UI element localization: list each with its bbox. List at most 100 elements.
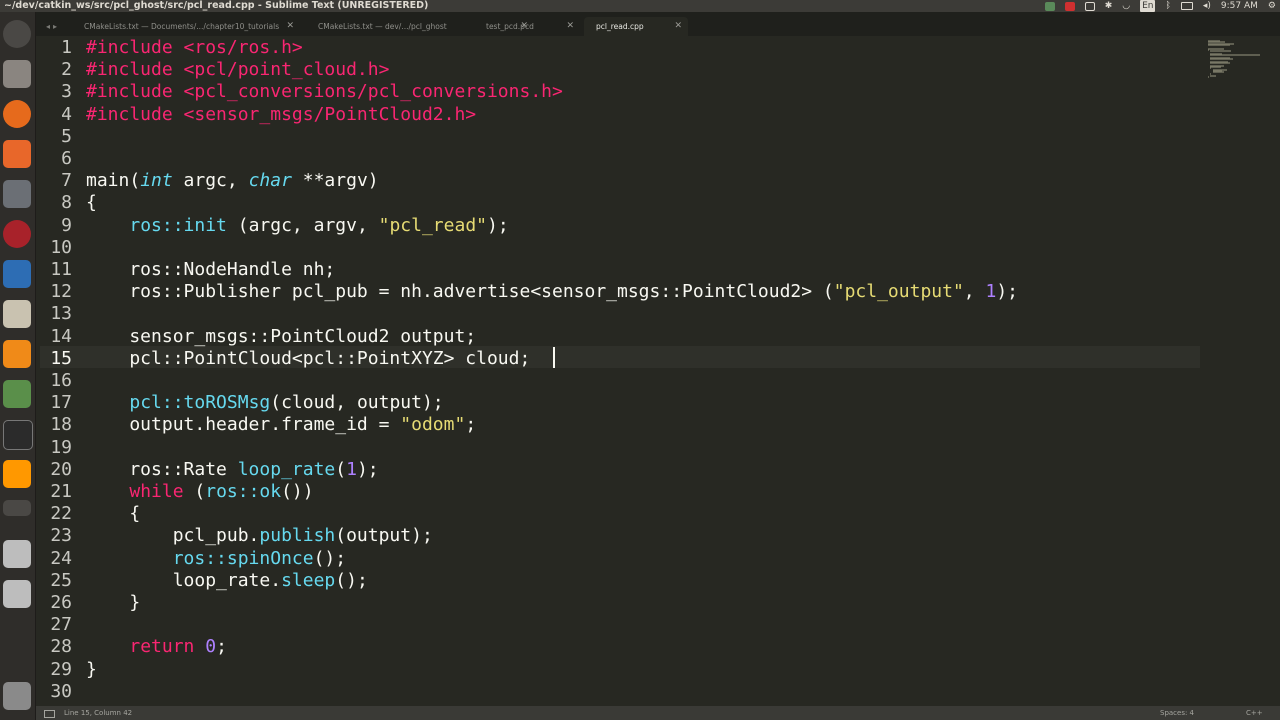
code-line[interactable]: pcl::PointCloud<pcl::PointXYZ> cloud; (86, 348, 530, 369)
line-number: 8 (61, 192, 72, 214)
code-token: ); (487, 214, 509, 236)
disk-drive-icon[interactable] (3, 540, 31, 568)
screenshot-icon[interactable] (1084, 1, 1095, 11)
code-line[interactable]: loop_rate.sleep(); (86, 570, 368, 591)
tab-pcl-read[interactable]: pcl_read.cpp ✕ (584, 17, 688, 36)
code-line[interactable]: ros::spinOnce(); (86, 548, 346, 569)
recording-indicator-icon[interactable] (1064, 1, 1075, 11)
code-token: ; (465, 414, 477, 436)
code-token: publish (259, 525, 336, 547)
code-line[interactable]: #include <sensor_msgs/PointCloud2.h> (86, 104, 476, 125)
code-line[interactable]: ros::NodeHandle nh; (86, 259, 335, 280)
tab-close-icon[interactable]: ✕ (286, 17, 294, 36)
system-top-bar: ~/dev/catkin_ws/src/pcl_ghost/src/pcl_re… (0, 0, 1280, 12)
code-token: ros::init (129, 214, 227, 236)
wifi-icon[interactable]: ◡ (1122, 0, 1130, 12)
code-line[interactable]: } (86, 659, 97, 680)
firefox-icon[interactable] (3, 100, 31, 128)
code-line[interactable]: return 0; (86, 636, 227, 657)
code-line[interactable]: } (86, 592, 140, 613)
code-token: char (248, 170, 292, 192)
line-number: 29 (50, 658, 72, 680)
code-line[interactable]: ros::init (argc, argv, "pcl_read"); (86, 214, 509, 236)
code-line[interactable]: main(int argc, char **argv) (86, 170, 379, 191)
system-settings-icon[interactable] (3, 180, 31, 208)
settings-gear-icon[interactable]: ⚙ (1268, 0, 1276, 12)
line-number: 21 (50, 481, 72, 502)
code-token: ros::spinOnce (172, 547, 314, 569)
code-line[interactable]: ros::Rate loop_rate(1); (86, 458, 378, 480)
vlc-icon[interactable] (3, 340, 31, 368)
disk-drive-2-icon[interactable] (3, 580, 31, 608)
clock[interactable]: 9:57 AM (1221, 0, 1258, 12)
bluetooth-icon[interactable]: ᛒ (1165, 0, 1170, 12)
line-number: 22 (50, 503, 72, 525)
code-line[interactable]: output.header.frame_id = "odom"; (86, 414, 476, 435)
code-line[interactable]: #include <pcl_conversions/pcl_conversion… (86, 81, 563, 102)
sublime-text-icon[interactable] (3, 460, 31, 488)
code-line[interactable]: #include <ros/ros.h> (86, 37, 303, 58)
line-number: 6 (61, 148, 72, 169)
code-line[interactable]: pcl::toROSMsg(cloud, output); (86, 392, 443, 413)
code-line[interactable]: while (ros::ok()) (86, 481, 313, 502)
code-token: (output); (335, 525, 433, 547)
line-number: 11 (50, 259, 72, 280)
line-number: 27 (50, 614, 72, 636)
code-line[interactable]: sensor_msgs::PointCloud2 output; (86, 326, 476, 347)
app-red-icon[interactable] (3, 220, 31, 248)
minimap-line (1210, 67, 1211, 70)
panel-toggle-icon[interactable] (44, 710, 55, 718)
code-token: #include <pcl_conversions/pcl_conversion… (86, 81, 563, 103)
tab-close-icon[interactable]: ✕ (674, 17, 682, 36)
volume-icon[interactable]: ◂) (1203, 0, 1211, 12)
minimap-line (1210, 75, 1216, 78)
line-number: 1 (61, 37, 72, 58)
code-token: { (86, 192, 97, 214)
code-token: ; (216, 636, 227, 658)
code-line[interactable]: { (86, 503, 140, 524)
tab-test-pcd[interactable]: test_pcd.pcd ✕ (474, 17, 580, 36)
line-number-gutter: 1 2 3 4 5 6 7 8 9 10 11 12 13 14 15 16 17 18 19 20 21 22 23 24 2… (36, 36, 76, 706)
trash-icon[interactable] (3, 682, 31, 710)
code-line[interactable]: pcl_pub.publish(output); (86, 525, 433, 546)
line-number: 30 (50, 680, 72, 702)
code-line[interactable]: { (86, 192, 97, 213)
line-number: 3 (61, 81, 72, 103)
app-blue-icon[interactable] (3, 260, 31, 288)
software-updater-icon[interactable] (1044, 1, 1055, 11)
terminal-icon[interactable] (3, 420, 33, 450)
tab-label: CMakeLists.txt — dev/.../pcl_ghost (318, 22, 447, 31)
files-icon[interactable] (3, 60, 31, 88)
workspace-switcher-icon[interactable] (3, 500, 31, 516)
ebook-reader-icon[interactable] (3, 300, 31, 328)
tab-nav-arrows-icon[interactable]: ◂▸ (46, 17, 60, 36)
app-green-icon[interactable] (3, 380, 31, 408)
minimap[interactable] (1200, 36, 1280, 706)
code-token: ( (335, 458, 347, 480)
code-token: , (963, 281, 986, 303)
minimap-line (1208, 43, 1230, 46)
dropbox-icon[interactable]: ✱ (1105, 0, 1113, 12)
line-number: 14 (50, 325, 72, 347)
indentation-setting[interactable]: Spaces: 4 (1160, 706, 1194, 720)
tab-close-icon[interactable]: ✕ (566, 17, 574, 36)
text-cursor (553, 347, 555, 368)
code-line[interactable]: ros::Publisher pcl_pub = nh.advertise<se… (86, 281, 1018, 302)
software-center-icon[interactable] (3, 140, 31, 168)
line-number: 16 (50, 370, 72, 391)
line-number: 10 (50, 236, 72, 258)
code-token: "pcl_read" (378, 214, 487, 236)
keyboard-layout-indicator[interactable]: En (1140, 0, 1156, 12)
code-token: ros::NodeHandle nh; (86, 259, 336, 280)
code-token: "odom" (400, 414, 466, 436)
syntax-setting[interactable]: C++ (1246, 706, 1263, 720)
code-token: pcl_pub. (86, 525, 260, 547)
code-line[interactable]: #include <pcl/point_cloud.h> (86, 59, 389, 80)
tab-cmakelists-tutorials[interactable]: CMakeLists.txt — Documents/.../chapter10… (72, 17, 300, 36)
code-token: ros::ok (205, 481, 282, 502)
line-number: 5 (61, 125, 72, 147)
code-token: 0 (205, 636, 217, 658)
dash-search-icon[interactable] (3, 20, 31, 48)
battery-icon[interactable] (1180, 2, 1193, 10)
